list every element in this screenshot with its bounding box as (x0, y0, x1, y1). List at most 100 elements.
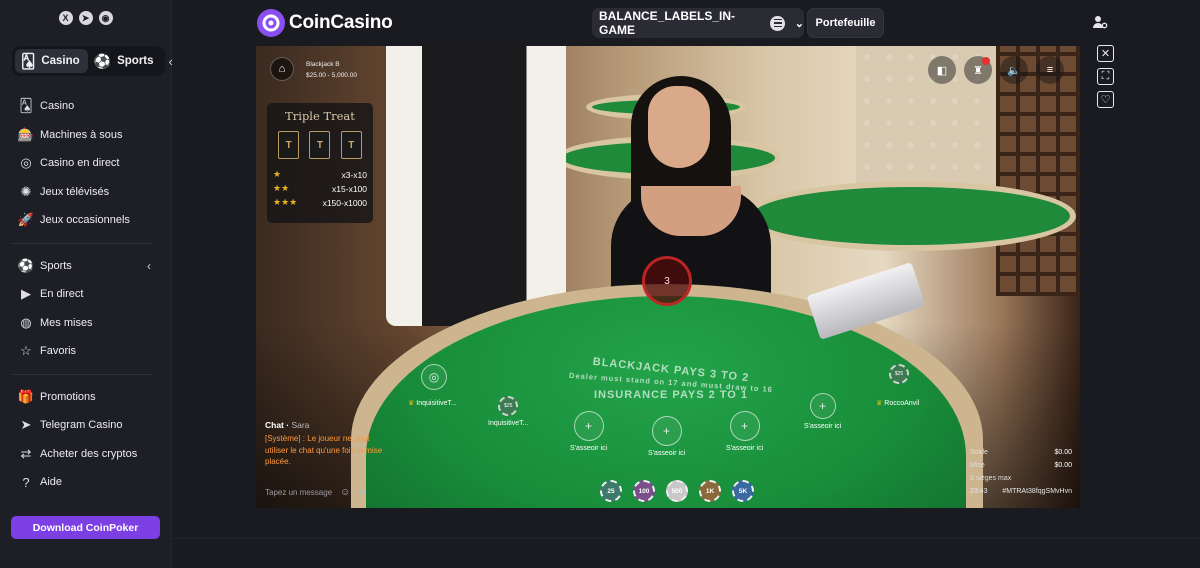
lobby-icon[interactable]: ♜ (964, 56, 992, 84)
sidebar-item-label: Aide (40, 476, 63, 489)
sit-here-label: S'asseoir ici (570, 445, 608, 452)
card-slot: T (278, 131, 300, 159)
chevron-down-icon: ⌄ (794, 17, 804, 30)
seat-5[interactable]: + S'asseoir ici (726, 411, 763, 452)
wallet-button[interactable]: Portefeuille (807, 8, 884, 38)
close-icon[interactable]: ✕ (1097, 45, 1114, 62)
sidebar-item-live[interactable]: ▶ En direct (0, 280, 171, 309)
x-icon[interactable]: X (58, 11, 73, 25)
divider (12, 242, 153, 244)
plus-icon: + (729, 411, 760, 441)
chat-panel: Chat · Sara [Système] : Le joueur ne peu… (265, 420, 393, 468)
player-name-text: InquisitiveT... (416, 399, 457, 407)
triple-treat-title: Triple Treat (285, 109, 355, 123)
chip-25[interactable]: 25 (600, 480, 622, 502)
sidebar-item-my-bets[interactable]: ◍ Mes mises (0, 309, 171, 338)
sidebar-item-promotions[interactable]: 🎁 Promotions (0, 383, 171, 412)
balance-label: BALANCE_LABELS_IN-GAME (599, 9, 736, 37)
chip-100[interactable]: 100 (633, 480, 655, 502)
gamepad-icon[interactable]: ◧ (928, 56, 956, 84)
gift-icon: 🎁 (17, 388, 35, 404)
menu-icon[interactable]: ≡ (1036, 56, 1064, 84)
table-name: Blackjack B (306, 61, 340, 68)
sidebar-item-favorites[interactable]: ☆ Favoris (0, 337, 171, 366)
live-blackjack-game[interactable]: BLACKJACK PAYS 3 TO 2 Dealer must stand … (256, 46, 1080, 508)
app-root: X ➤ ◉ 🂡 Casino ⚽ Sports ‹ 🂡 Casino 🎰 Machi… (0, 0, 1200, 568)
toggle-casino-label: Casino (41, 55, 80, 67)
chat-title: Chat (265, 420, 284, 430)
sidebar-item-live-casino[interactable]: ◎ Casino en direct (0, 149, 171, 178)
crown-icon: ♛ (408, 400, 415, 407)
sidebar-item-tv-games[interactable]: ✺ Jeux télévisés (0, 178, 171, 207)
toggle-casino[interactable]: 🂡 Casino (15, 49, 88, 73)
max-seats: 3 sièges max (970, 475, 1012, 482)
sidebar-item-label: Jeux occasionnels (40, 214, 130, 227)
toggle-sports-label: Sports (117, 55, 154, 67)
sidebar-item-help[interactable]: ? Aide (0, 468, 171, 497)
seat-4[interactable]: + S'asseoir ici (648, 416, 685, 457)
discord-icon[interactable]: ◉ (98, 11, 113, 25)
help-icon: ? (22, 474, 30, 490)
star-icon: ★ (273, 169, 282, 179)
seat-6[interactable]: + S'asseoir ici (804, 393, 841, 430)
logo[interactable]: CoinCasino (257, 9, 393, 37)
logo-text: CoinCasino (289, 12, 393, 33)
chip-5k[interactable]: 5K (732, 480, 754, 502)
cards-icon: 🂡 (19, 98, 33, 114)
favorite-heart-icon[interactable]: ♡ (1097, 91, 1114, 108)
sidebar-item-slots[interactable]: 🎰 Machines à sous (0, 121, 171, 150)
telegram-icon[interactable]: ➤ (78, 11, 93, 25)
player-chip-icon: $25 (889, 364, 909, 384)
crown-icon: ♛ (876, 400, 883, 407)
sidebar-item-telegram-casino[interactable]: ➤ Telegram Casino (0, 411, 171, 440)
seat-7[interactable]: $25 (889, 364, 909, 384)
user-settings-icon[interactable] (1092, 14, 1108, 30)
table-info: Blackjack B $25.00 - 5,000.00 (306, 59, 357, 81)
seat-3[interactable]: + S'asseoir ici (570, 411, 607, 452)
collapse-sidebar-icon[interactable]: ‹ (169, 54, 175, 69)
sidebar-item-label: Casino (40, 100, 75, 113)
volume-icon[interactable]: 🔈 (1000, 56, 1028, 84)
emoji-icon[interactable]: ☺ (340, 487, 350, 498)
balance-label: Solde (970, 449, 988, 456)
sidebar-item-casino[interactable]: 🂡 Casino (0, 92, 171, 121)
triple-treat-cards: T T T (273, 131, 367, 159)
top-bar: CoinCasino BALANCE_LABELS_IN-GAME ⌄ Port… (172, 0, 1200, 46)
balance-stats: Solde $0.00 Mise $0.00 3 sièges max 23:43 #… (970, 446, 1072, 498)
sidebar-nav: 🂡 Casino 🎰 Machines à sous ◎ Casino en dire… (0, 92, 171, 497)
toggle-sports[interactable]: ⚽ Sports (88, 49, 162, 73)
plus-icon: + (651, 416, 682, 446)
rocket-icon: 🚀 (17, 212, 35, 228)
balance-value: $0.00 (1054, 449, 1072, 456)
sidebar-item-buy-crypto[interactable]: ⇄ Acheter des cryptos (0, 440, 171, 469)
chat-user: Sara (291, 420, 310, 430)
round-row: 23:43 #MTRAt38fqgSMvHvn (970, 485, 1072, 498)
chat-input[interactable]: Tapez un message ☺ ➤ (265, 487, 393, 498)
fullscreen-icon[interactable]: ⛶ (1097, 68, 1114, 85)
bet-row: Mise $0.00 (970, 459, 1072, 472)
seat-1[interactable]: ◎ (421, 364, 447, 390)
chip-1k[interactable]: 1K (699, 480, 721, 502)
player-name-left: ♛ InquisitiveT... (408, 399, 457, 408)
sit-here-label: S'asseoir ici (726, 445, 764, 452)
system-tag: [Système] : (265, 434, 306, 443)
sidebar-item-casual-games[interactable]: 🚀 Jeux occasionnels (0, 206, 171, 235)
chip-500[interactable]: 500 (666, 480, 688, 502)
payout-value: x150-x1000 (322, 197, 367, 208)
sidebar-item-label: En direct (40, 288, 84, 301)
home-icon[interactable]: ⌂ (270, 57, 294, 81)
chat-input-placeholder: Tapez un message (265, 488, 333, 497)
sidebar-item-label: Mes mises (40, 316, 93, 329)
sidebar-item-sports[interactable]: ⚽ Sports ‹ (0, 252, 171, 281)
triple-treat-payouts: ★ x3-x10 ★★ x15-x100 ★★★ x150-x1000 (273, 169, 367, 208)
seat-2[interactable]: $25 InquisitiveT... (488, 396, 528, 427)
live-icon: ▶ (21, 286, 31, 302)
download-coinpoker-button[interactable]: Download CoinPoker (11, 516, 160, 539)
sidebar-item-label: Telegram Casino (40, 419, 123, 432)
seats-row: 3 sièges max (970, 472, 1072, 485)
slot-machine-icon: 🎰 (17, 126, 35, 142)
chevron-left-icon[interactable]: ‹ (147, 259, 151, 273)
balance-selector[interactable]: BALANCE_LABELS_IN-GAME ⌄ (592, 8, 804, 38)
send-icon[interactable]: ➤ (358, 487, 366, 498)
sidebar-item-label: Acheter des cryptos (40, 447, 138, 460)
